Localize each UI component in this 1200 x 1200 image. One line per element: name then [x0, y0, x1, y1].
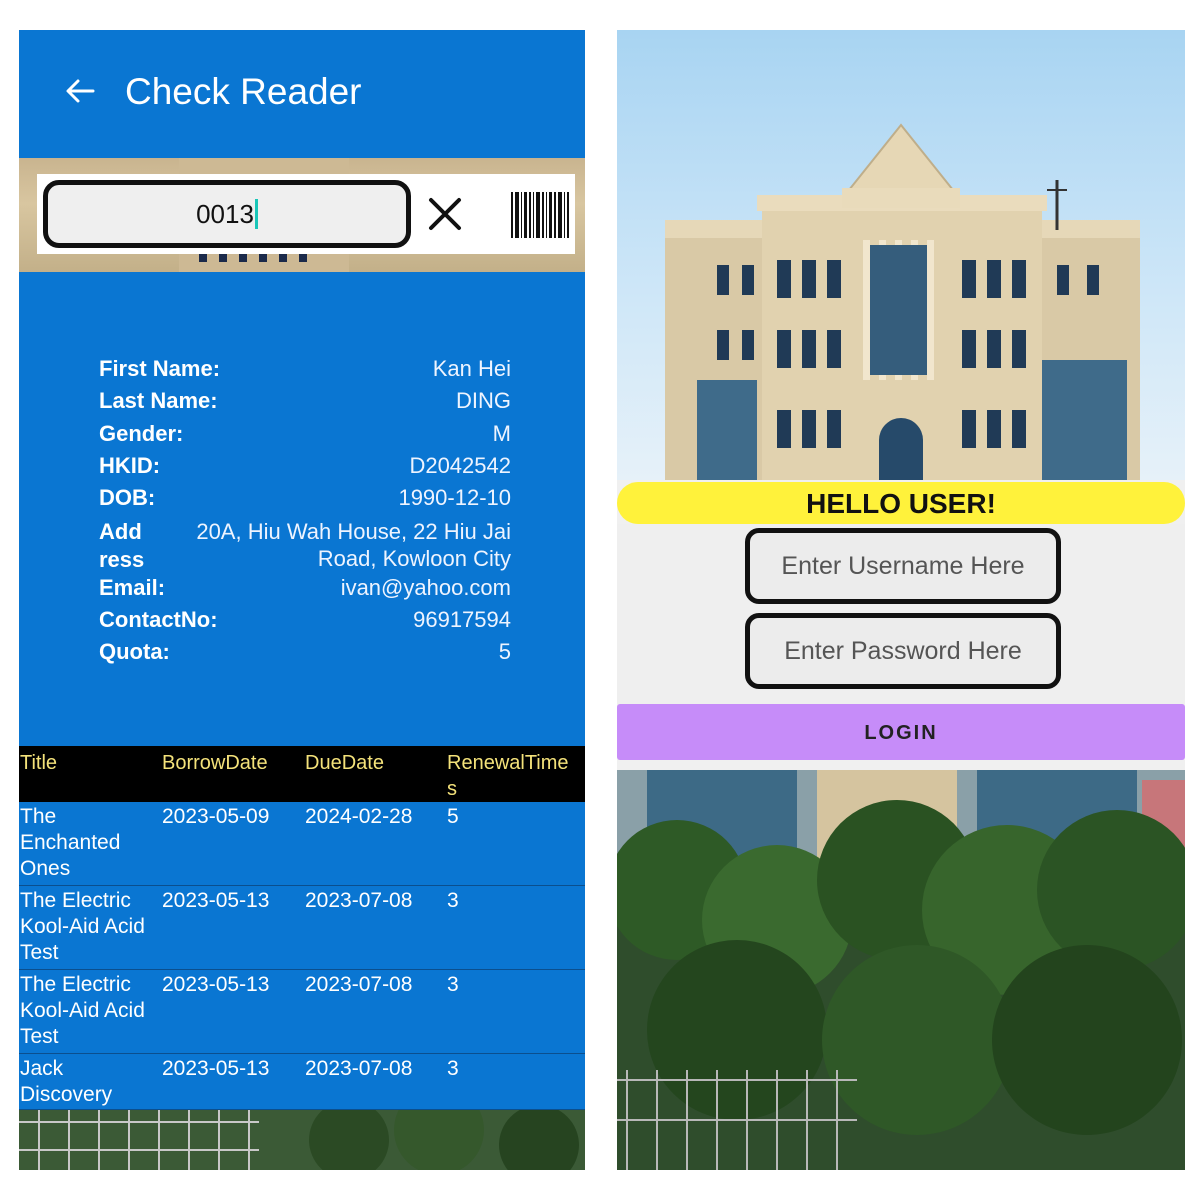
cell-title: The Enchanted Ones [20, 805, 121, 880]
cell-borrow-date: 2023-05-13 [162, 889, 270, 912]
header-renewal-times: RenewalTime s [447, 752, 569, 800]
cell-renewal: 3 [447, 889, 459, 912]
info-value: 5 [498, 639, 511, 664]
arrow-left-icon[interactable] [63, 74, 97, 108]
info-label: ContactNo: [99, 607, 218, 632]
info-value: M [492, 421, 511, 446]
info-value: Kan Hei [432, 356, 511, 381]
close-icon[interactable] [427, 196, 463, 232]
login-button[interactable]: LOGIN [617, 704, 1185, 760]
header-title: Title [20, 752, 58, 774]
greeting-banner: HELLO USER! [617, 482, 1185, 524]
cell-due-date: 2023-07-08 [305, 889, 413, 912]
cell-title: Jack Discovery [20, 1057, 113, 1106]
info-value: 1990-12-10 [398, 485, 511, 510]
check-reader-screen: Check Reader 0013 First Name: Kan Hei La… [19, 30, 585, 1170]
cell-borrow-date: 2023-05-13 [162, 973, 270, 996]
cell-due-date: 2024-02-28 [305, 805, 413, 828]
info-label: Last Name: [99, 388, 218, 413]
table-row[interactable]: The Enchanted Ones 2023-05-09 2024-02-28… [19, 802, 585, 886]
cell-due-date: 2023-07-08 [305, 1057, 413, 1080]
text-caret [254, 199, 258, 229]
app-bar: Check Reader [19, 30, 585, 158]
search-strip: 0013 [19, 158, 585, 272]
info-label: Gender: [99, 421, 184, 446]
info-value: ivan@yahoo.com [340, 575, 511, 600]
info-row-address: Add ress 20A, Hiu Wah House, 22 Hiu Jai … [99, 518, 511, 574]
cell-due-date: 2023-07-08 [305, 973, 413, 996]
header-borrow-date: BorrowDate [162, 752, 268, 774]
background-trees-photo [19, 1110, 585, 1170]
table-row[interactable]: The Electric Kool-Aid Acid Test 2023-05-… [19, 886, 585, 970]
table-row[interactable]: The Electric Kool-Aid Acid Test 2023-05-… [19, 970, 585, 1054]
table-header: Title BorrowDate DueDate RenewalTime s [19, 746, 585, 802]
info-label: DOB: [99, 485, 156, 510]
reader-id-value: 0013 [196, 198, 254, 229]
info-value: 96917594 [413, 607, 511, 632]
login-form: Enter Username Here Enter Password Here [617, 524, 1185, 704]
cell-borrow-date: 2023-05-13 [162, 1057, 270, 1080]
table-row[interactable]: Jack Discovery 2023-05-13 2023-07-08 3 [19, 1054, 585, 1110]
info-label: Quota: [99, 639, 170, 664]
password-field[interactable]: Enter Password Here [745, 613, 1061, 689]
info-label: Email: [99, 575, 166, 600]
login-screen: HELLO USER! Enter Username Here Enter Pa… [617, 30, 1185, 1170]
username-field[interactable]: Enter Username Here [745, 528, 1061, 604]
info-value: 20A, Hiu Wah House, 22 Hiu Jai Road, Kow… [196, 519, 511, 571]
reader-id-input[interactable]: 0013 [43, 180, 411, 248]
trees-illustration [617, 770, 1185, 1170]
reader-info-panel: First Name: Kan Hei Last Name: DING Gend… [19, 272, 585, 746]
info-value: D2042542 [409, 453, 511, 478]
building-photo [665, 123, 1140, 480]
info-label: HKID: [99, 453, 161, 478]
cell-renewal: 5 [447, 805, 459, 828]
header-due-date: DueDate [305, 752, 384, 774]
page-title: Check Reader [125, 71, 362, 112]
info-value: DING [456, 388, 511, 413]
cell-renewal: 3 [447, 973, 459, 996]
cell-title: The Electric Kool-Aid Acid Test [20, 973, 145, 1048]
info-label: First Name: [99, 356, 221, 381]
campus-trees-photo [617, 770, 1185, 1170]
cell-renewal: 3 [447, 1057, 459, 1080]
barcode-icon[interactable] [509, 190, 571, 240]
search-bar: 0013 [37, 174, 575, 254]
info-label: Add ress [99, 519, 145, 572]
cell-title: The Electric Kool-Aid Acid Test [20, 889, 145, 964]
cell-borrow-date: 2023-05-09 [162, 805, 270, 828]
